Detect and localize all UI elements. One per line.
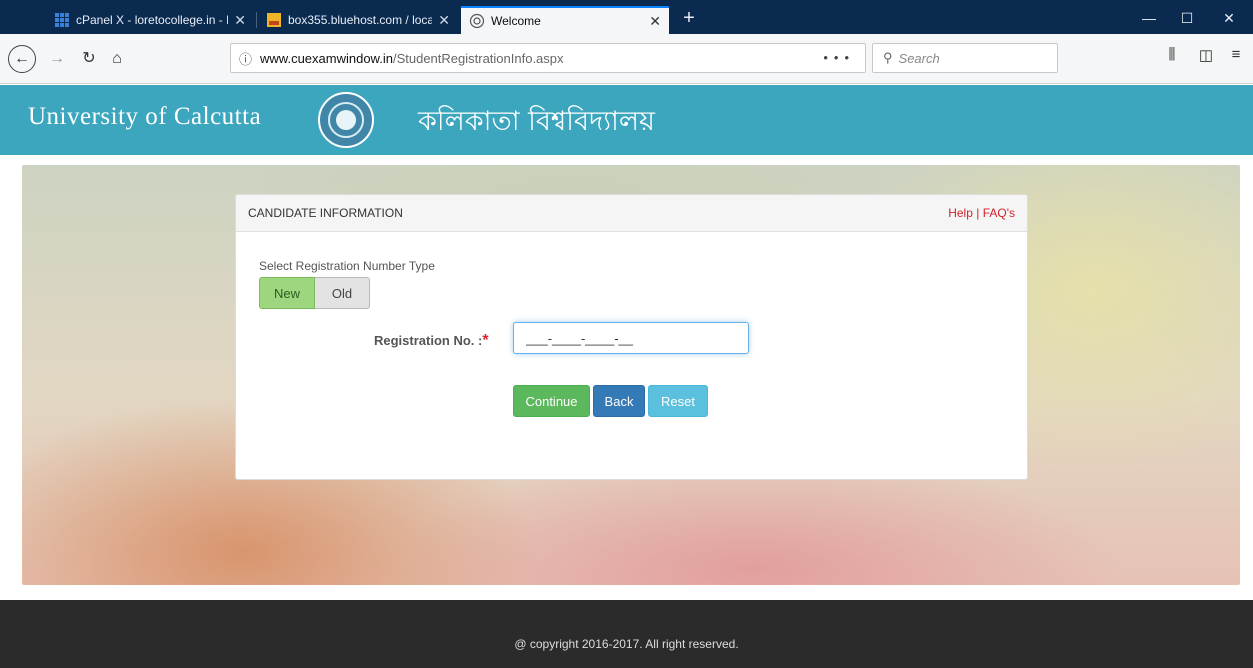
help-link[interactable]: Help bbox=[948, 206, 973, 220]
help-links: Help | FAQ's bbox=[948, 206, 1015, 220]
forward-arrow-icon[interactable]: → bbox=[44, 46, 70, 72]
menu-icon[interactable]: ≡ bbox=[1224, 46, 1248, 63]
minimize-icon[interactable]: — bbox=[1130, 6, 1168, 30]
registration-number-input[interactable] bbox=[513, 322, 749, 354]
globe-icon bbox=[469, 13, 485, 29]
type-old-button[interactable]: Old bbox=[315, 277, 370, 309]
continue-button[interactable]: Continue bbox=[513, 385, 590, 417]
close-icon[interactable]: ✕ bbox=[649, 13, 661, 30]
reg-type-toggle: New Old bbox=[259, 277, 370, 309]
reload-icon[interactable]: ↻ bbox=[76, 46, 102, 72]
maximize-icon[interactable]: ☐ bbox=[1168, 6, 1206, 30]
form-actions: Continue Back Reset bbox=[513, 385, 711, 417]
home-icon[interactable]: ⌂ bbox=[104, 46, 130, 72]
search-icon: ⚲ bbox=[883, 50, 893, 65]
grid-icon bbox=[55, 13, 69, 27]
tab-title: Welcome bbox=[491, 14, 541, 28]
tab-welcome[interactable]: Welcome ✕ bbox=[461, 6, 669, 34]
copyright-text: @ copyright 2016-2017. All right reserve… bbox=[514, 637, 739, 651]
close-icon[interactable]: ✕ bbox=[438, 12, 450, 29]
sidebar-icon[interactable]: ◫ bbox=[1194, 46, 1218, 64]
tab-bluehost[interactable]: box355.bluehost.com / localho ✕ bbox=[258, 6, 458, 34]
browser-nav-bar: ← → ↻ ⌂ ⓘ www.cuexamwindow.in/StudentReg… bbox=[0, 34, 1253, 84]
reset-button[interactable]: Reset bbox=[648, 385, 708, 417]
site-title-bengali: কলিকাতা বিশ্ববিদ্যালয় bbox=[418, 106, 655, 137]
panel-heading: CANDIDATE INFORMATION Help | FAQ's bbox=[236, 195, 1027, 232]
url-domain: www.cuexamwindow.in bbox=[260, 50, 393, 66]
search-placeholder: Search bbox=[898, 50, 940, 66]
tab-cpanel[interactable]: cPanel X - loretocollege.in - M ✕ bbox=[46, 6, 254, 34]
panel-title: CANDIDATE INFORMATION bbox=[248, 206, 403, 220]
required-marker: * bbox=[482, 332, 489, 349]
database-icon bbox=[267, 13, 281, 27]
reg-type-label: Select Registration Number Type bbox=[259, 259, 435, 273]
faq-link[interactable]: FAQ's bbox=[983, 206, 1015, 220]
university-seal-icon bbox=[318, 92, 374, 148]
reg-no-label: Registration No. :* bbox=[374, 332, 489, 350]
url-bar[interactable]: ⓘ www.cuexamwindow.in/StudentRegistratio… bbox=[230, 43, 866, 73]
candidate-info-panel: CANDIDATE INFORMATION Help | FAQ's Selec… bbox=[235, 194, 1028, 480]
tab-title: cPanel X - loretocollege.in - M bbox=[76, 13, 229, 27]
library-icon[interactable]: ⫼ bbox=[1160, 46, 1184, 63]
info-icon[interactable]: ⓘ bbox=[239, 49, 252, 68]
browser-tab-strip: cPanel X - loretocollege.in - M ✕ box355… bbox=[0, 0, 1253, 34]
back-button[interactable]: Back bbox=[593, 385, 645, 417]
url-path: /StudentRegistrationInfo.aspx bbox=[392, 50, 564, 66]
link-separator: | bbox=[976, 206, 980, 220]
new-tab-icon[interactable]: + bbox=[675, 6, 703, 32]
window-close-icon[interactable]: ✕ bbox=[1210, 6, 1248, 30]
site-footer: @ copyright 2016-2017. All right reserve… bbox=[0, 600, 1253, 668]
type-new-button[interactable]: New bbox=[259, 277, 315, 309]
tab-divider bbox=[256, 12, 257, 28]
close-icon[interactable]: ✕ bbox=[234, 12, 246, 29]
reg-no-label-text: Registration No. : bbox=[374, 333, 483, 348]
site-title: University of Calcutta bbox=[28, 103, 262, 130]
page-actions-icon[interactable]: ••• bbox=[823, 50, 855, 65]
search-input[interactable]: ⚲ Search bbox=[872, 43, 1058, 73]
site-header: University of Calcutta কলিকাতা বিশ্ববিদ্… bbox=[0, 85, 1253, 155]
back-arrow-icon[interactable]: ← bbox=[8, 45, 36, 73]
tab-title: box355.bluehost.com / localho bbox=[288, 13, 433, 27]
